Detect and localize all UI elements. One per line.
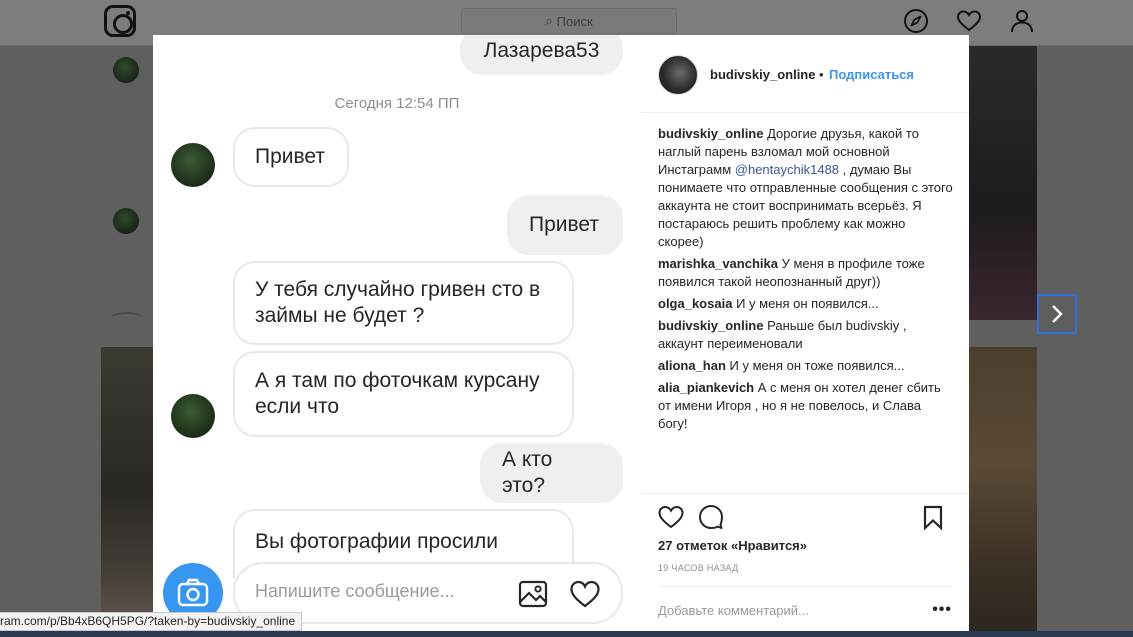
search-input[interactable]: ⌕ Поиск [461, 8, 677, 34]
like-heart-icon[interactable] [658, 504, 684, 530]
comment-item: aliona_han И у меня он тоже появился... [658, 357, 953, 375]
separator-dot: • [819, 67, 824, 82]
post-image[interactable]: Лазарева53 Сегодня 12:54 ПП Привет Приве… [153, 35, 641, 637]
comment-username[interactable]: aliona_han [658, 358, 726, 373]
bookmark-icon[interactable] [920, 504, 946, 531]
feed-photo [101, 347, 153, 637]
os-taskbar [0, 631, 1133, 637]
follow-button[interactable]: Подписаться [829, 67, 914, 82]
compass-icon[interactable] [903, 8, 929, 34]
feed-avatar [113, 208, 139, 234]
feed-avatar [113, 57, 139, 83]
post-author-username[interactable]: budivskiy_online [710, 67, 815, 82]
instagram-logo-icon[interactable] [104, 5, 136, 37]
next-post-button[interactable] [1037, 294, 1077, 334]
heart-icon [569, 578, 601, 610]
search-placeholder: Поиск [556, 13, 593, 29]
comment-username[interactable]: alia_piankevich [658, 380, 754, 395]
chat-message-bubble: А кто это? [480, 443, 623, 503]
comment-username[interactable]: budivskiy_online [658, 126, 763, 141]
chat-message-bubble: Привет [233, 127, 349, 187]
more-options-button[interactable]: ••• [932, 601, 952, 619]
chat-timestamp: Сегодня 12:54 ПП [334, 95, 460, 112]
mention-link[interactable]: @hentaychik1488 [735, 162, 839, 177]
comment-bubble-icon[interactable] [698, 504, 724, 530]
add-comment-input[interactable] [658, 603, 908, 618]
feed-photo [969, 347, 1037, 637]
post-actions: 27 отметок «Нравится» 19 ЧАСОВ НАЗАД ••• [641, 493, 969, 637]
comment-text: И у меня он появился... [736, 296, 879, 311]
feed-divider [110, 312, 144, 326]
chat-message-bubble: А я там по фоточкам курсану если что [233, 351, 574, 437]
comment-username[interactable]: marishka_vanchika [658, 256, 778, 271]
comment-item: budivskiy_online Раньше был budivskiy , … [658, 317, 953, 353]
caption: budivskiy_online Дорогие друзья, какой т… [658, 125, 953, 251]
search-icon: ⌕ [545, 13, 553, 28]
image-icon [517, 578, 549, 610]
feed-photo [969, 46, 1037, 320]
status-bar-url: ram.com/p/Bb4xB6QH5PG/?taken-by=budivski… [0, 612, 303, 631]
chat-message-input [255, 581, 515, 602]
chat-message-bubble: У тебя случайно гривен сто в займы не бу… [233, 261, 574, 345]
chat-contact-bubble: Лазарева53 [460, 35, 623, 75]
post-header: budivskiy_online • Подписаться [641, 35, 969, 113]
post-timestamp: 19 ЧАСОВ НАЗАД [658, 563, 739, 573]
comments-list: budivskiy_online Дорогие друзья, какой т… [658, 125, 953, 437]
person-icon[interactable] [1009, 8, 1035, 34]
add-comment-bar: ••• [658, 586, 952, 634]
chat-message-bubble: Привет [507, 195, 623, 255]
post-modal: Лазарева53 Сегодня 12:54 ПП Привет Приве… [153, 35, 969, 637]
chevron-right-icon [1052, 305, 1063, 323]
chat-avatar [171, 394, 215, 438]
heart-icon[interactable] [956, 8, 982, 34]
comment-item: marishka_vanchika У меня в профиле тоже … [658, 255, 953, 291]
comment-username[interactable]: olga_kosaia [658, 296, 732, 311]
chat-avatar [171, 143, 215, 187]
comment-username[interactable]: budivskiy_online [658, 318, 763, 333]
like-count[interactable]: 27 отметок «Нравится» [658, 538, 807, 553]
comment-text: И у меня он тоже появился... [729, 358, 905, 373]
comment-item: olga_kosaia И у меня он появился... [658, 295, 953, 313]
comment-item: alia_piankevich А с меня он хотел денег … [658, 379, 953, 433]
camera-icon [177, 578, 209, 607]
post-details-panel: budivskiy_online • Подписаться budivskiy… [641, 35, 969, 637]
avatar[interactable] [658, 55, 698, 95]
